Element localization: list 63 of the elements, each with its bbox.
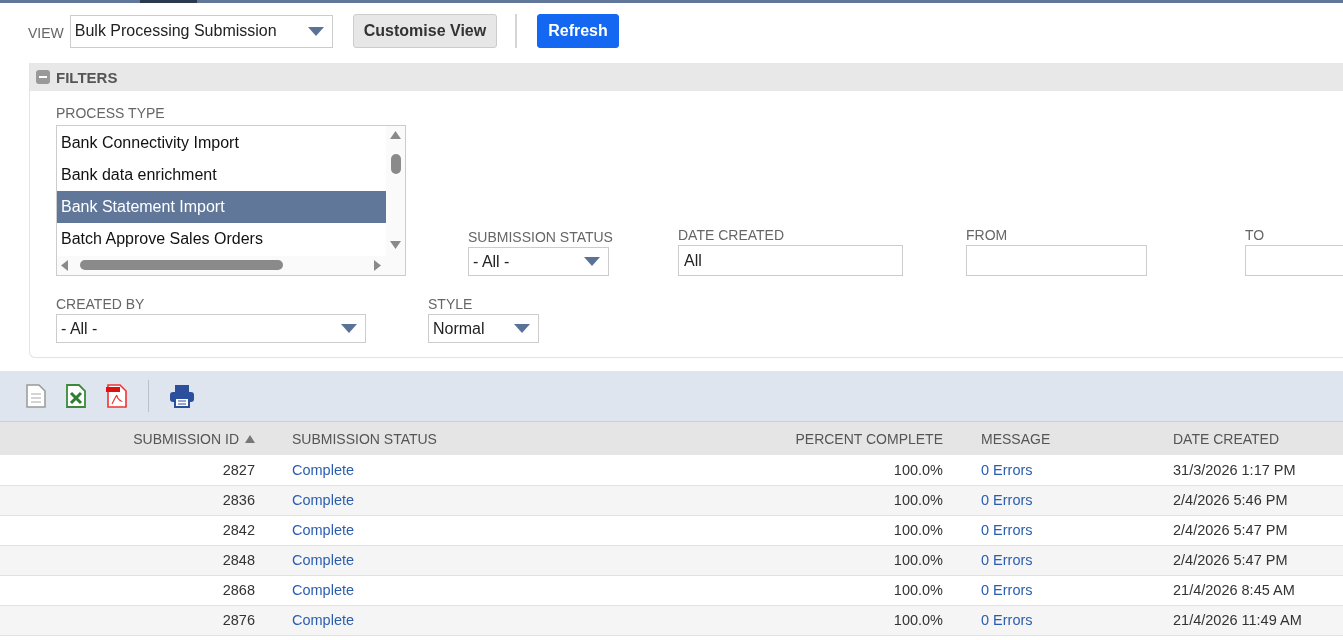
table-link[interactable]: Complete <box>292 522 355 538</box>
field-label: DATE CREATED <box>678 227 786 243</box>
table-cell: 100.0% <box>893 522 943 538</box>
table-cell: 2876 <box>222 612 255 628</box>
view-dropdown[interactable]: Bulk Processing Submission <box>69 14 333 48</box>
table-cell: 2827 <box>222 461 255 478</box>
field-label: TO <box>1245 227 1266 243</box>
table-cell: 100.0% <box>893 461 943 478</box>
table-cell: 21/4/2026 11:49 AM <box>1173 612 1302 628</box>
table-link[interactable]: Complete <box>292 582 355 598</box>
column-header[interactable]: SUBMISSION STATUS <box>292 430 437 447</box>
table-link[interactable]: 0 Errors <box>981 582 1033 598</box>
field-label: STYLE <box>428 296 474 312</box>
spreadsheet-icon[interactable] <box>66 384 86 408</box>
table-link[interactable]: 0 Errors <box>981 612 1033 628</box>
table-link[interactable]: Complete <box>292 492 355 508</box>
dropdown[interactable]: - All - <box>468 247 609 276</box>
table-link[interactable]: 0 Errors <box>981 552 1033 568</box>
table-link[interactable]: Complete <box>292 612 355 628</box>
list-option[interactable]: Batch Approve Sales Orders <box>57 223 386 255</box>
field-label: FROM <box>966 227 1009 243</box>
table-cell: 31/3/2026 1:17 PM <box>1173 461 1296 478</box>
caret-icon <box>584 257 600 266</box>
text-field[interactable] <box>966 245 1147 276</box>
table-link[interactable]: 0 Errors <box>981 461 1033 478</box>
list-option[interactable]: Bank Connectivity Import <box>57 127 386 159</box>
field-label: CREATED BY <box>56 296 146 312</box>
table-cell: 2/4/2026 5:47 PM <box>1173 552 1288 568</box>
pdf-icon[interactable] <box>106 384 128 408</box>
table-link[interactable]: Complete <box>292 461 355 478</box>
table-link[interactable]: 0 Errors <box>981 522 1033 538</box>
table-cell: 21/4/2026 8:45 AM <box>1173 582 1295 598</box>
refresh-button[interactable]: Refresh <box>537 14 619 48</box>
field-label: PROCESS TYPE <box>56 105 166 121</box>
list-option[interactable]: Bank data enrichment <box>57 159 386 191</box>
caret-icon <box>341 324 357 333</box>
print-icon[interactable] <box>169 384 195 408</box>
table-cell: 2836 <box>222 492 255 508</box>
table-cell: 100.0% <box>893 612 943 628</box>
process-type-listbox[interactable]: Bank Connectivity Import Bank data enrichment Bank Statement Import Batch Approve Sales Orders <box>56 125 406 276</box>
text-field[interactable]: All <box>678 245 903 276</box>
table-cell: 100.0% <box>893 492 943 508</box>
caret-icon <box>514 324 530 333</box>
field-label: SUBMISSION STATUS <box>468 229 614 245</box>
table-cell: 2868 <box>222 582 255 598</box>
customise-button[interactable]: Customise View <box>352 14 498 48</box>
column-header[interactable]: MESSAGE <box>981 430 1051 447</box>
filters-title: FILTERS <box>56 68 118 86</box>
view-label: VIEW <box>28 25 64 41</box>
dropdown[interactable]: Normal <box>428 314 539 343</box>
list-option[interactable]: Bank Statement Import <box>57 191 386 223</box>
document-icon[interactable] <box>26 384 46 408</box>
table-cell: 2/4/2026 5:46 PM <box>1173 492 1288 508</box>
table-cell: 2848 <box>222 552 255 568</box>
table-cell: 100.0% <box>893 582 943 598</box>
table-link[interactable]: Complete <box>292 552 355 568</box>
dropdown[interactable]: - All - <box>56 314 366 343</box>
table-cell: 2842 <box>222 522 255 538</box>
table-cell: 2/4/2026 5:47 PM <box>1173 522 1288 538</box>
caret-icon <box>307 26 324 36</box>
table-cell: 100.0% <box>893 552 943 568</box>
table-link[interactable]: 0 Errors <box>981 492 1033 508</box>
collapse-icon[interactable] <box>36 70 50 84</box>
